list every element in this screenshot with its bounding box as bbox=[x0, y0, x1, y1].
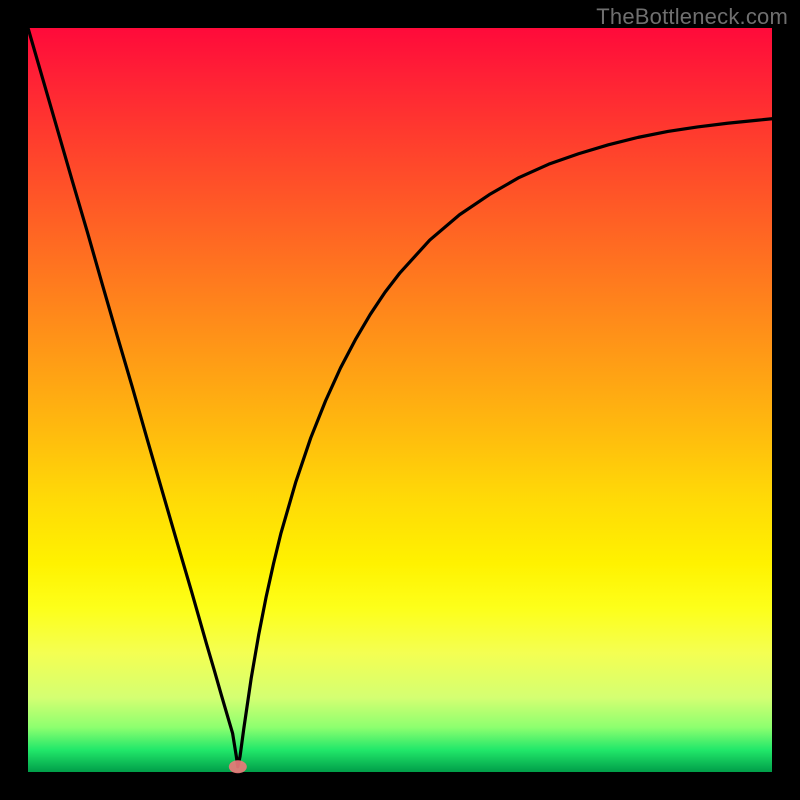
chart-frame: TheBottleneck.com bbox=[0, 0, 800, 800]
bottleneck-curve bbox=[28, 28, 772, 767]
plot-area bbox=[28, 28, 772, 772]
optimum-marker bbox=[229, 760, 247, 773]
watermark-text: TheBottleneck.com bbox=[596, 4, 788, 30]
curve-layer bbox=[28, 28, 772, 772]
